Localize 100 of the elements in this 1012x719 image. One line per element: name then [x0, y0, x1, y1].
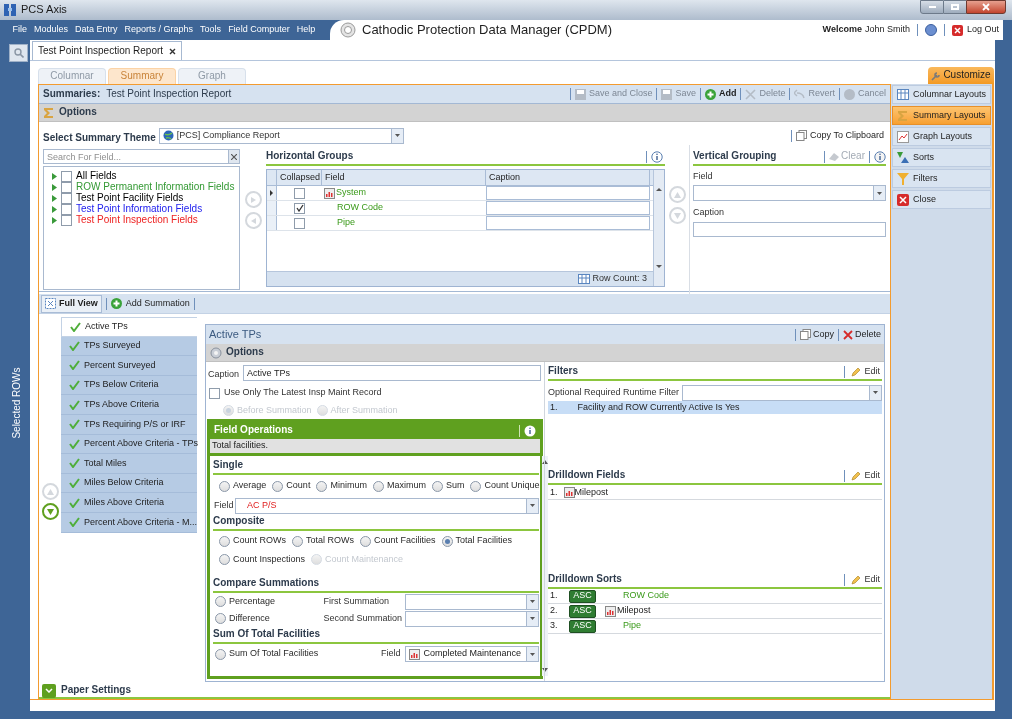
- radio-button[interactable]: [441, 535, 453, 547]
- copy-button[interactable]: Copy: [799, 328, 834, 341]
- sort-order-button[interactable]: ASC: [569, 589, 596, 603]
- radio-button[interactable]: [219, 480, 230, 492]
- move-left-button[interactable]: [244, 212, 262, 229]
- caption-input[interactable]: [693, 221, 886, 237]
- row-selector[interactable]: [267, 186, 277, 200]
- layout-menu-item[interactable]: Sorts: [892, 148, 992, 167]
- column-header[interactable]: Caption: [486, 170, 650, 185]
- clear-button[interactable]: [229, 149, 240, 164]
- close-button[interactable]: [966, 0, 1006, 14]
- layout-menu-item[interactable]: Columnar Layouts: [892, 85, 992, 104]
- logout-button[interactable]: Log Out: [951, 24, 999, 36]
- summation-item[interactable]: Percent Surveyed: [61, 356, 197, 376]
- summation-item[interactable]: Total Miles: [61, 454, 197, 474]
- help-button[interactable]: [924, 24, 937, 36]
- summation-item[interactable]: TPs Surveyed: [61, 336, 197, 357]
- menu-item[interactable]: Field Computer: [224, 24, 294, 36]
- move-up-button[interactable]: [41, 483, 59, 500]
- radio-button[interactable]: [215, 613, 226, 624]
- search-field[interactable]: Search For Field...: [43, 149, 229, 164]
- menu-item[interactable]: File: [9, 24, 31, 36]
- move-right-button[interactable]: [244, 191, 262, 208]
- edit-button[interactable]: Edit: [849, 365, 882, 378]
- field-dropdown[interactable]: Completed Maintenance: [405, 646, 540, 662]
- caption-input[interactable]: [486, 216, 650, 230]
- radio-button[interactable]: [470, 480, 482, 492]
- radio-button[interactable]: [292, 535, 303, 547]
- customize-tab[interactable]: Customize: [928, 67, 994, 84]
- checkbox[interactable]: [61, 215, 72, 226]
- column-header[interactable]: Field: [322, 170, 486, 185]
- checkbox[interactable]: [294, 202, 305, 214]
- summation-item[interactable]: TPs Requiring P/S or IRF: [61, 414, 197, 435]
- scrollbar[interactable]: [653, 170, 664, 286]
- radio-button[interactable]: [219, 535, 230, 547]
- edit-button[interactable]: Edit: [849, 573, 882, 586]
- checkbox[interactable]: [61, 182, 72, 193]
- checkbox[interactable]: [61, 193, 72, 204]
- radio-button[interactable]: [215, 596, 226, 607]
- caption-input[interactable]: [486, 201, 650, 215]
- summation-dropdown[interactable]: [405, 593, 540, 610]
- move-up-button[interactable]: [668, 186, 686, 203]
- radio-button[interactable]: [372, 480, 384, 492]
- layout-menu-item[interactable]: Close: [892, 190, 992, 209]
- summation-item[interactable]: TPs Above Criteria: [61, 395, 197, 415]
- caption-input[interactable]: Active TPs: [243, 365, 542, 381]
- tree-item[interactable]: Test Point Facility Fields: [76, 192, 184, 205]
- expand-button[interactable]: [42, 683, 56, 698]
- theme-dropdown[interactable]: [PCS] Compliance Report: [158, 127, 404, 144]
- filter-item[interactable]: 1. Facility and ROW Currently Active Is Yes: [548, 401, 882, 414]
- radio-button[interactable]: [272, 480, 284, 492]
- radio-button[interactable]: [215, 648, 226, 660]
- add-summation-button[interactable]: Add Summation: [110, 297, 190, 310]
- document-tab[interactable]: Test Point Inspection Report: [32, 41, 183, 60]
- sort-order-button[interactable]: ASC: [569, 604, 596, 618]
- checkbox[interactable]: [294, 217, 305, 229]
- menu-item[interactable]: Help: [293, 24, 319, 36]
- checkbox[interactable]: [61, 171, 72, 182]
- summation-item[interactable]: Miles Above Criteria: [61, 493, 197, 513]
- menu-item[interactable]: Modules: [30, 24, 72, 36]
- summation-item[interactable]: Percent Above Criteria - M...: [61, 512, 197, 533]
- search-button[interactable]: [9, 44, 28, 62]
- maximize-button[interactable]: [944, 0, 966, 14]
- checkbox[interactable]: [294, 187, 305, 199]
- filter-dropdown[interactable]: [682, 384, 882, 401]
- radio-button[interactable]: [316, 480, 328, 492]
- field-dropdown[interactable]: AC P/S: [235, 497, 540, 514]
- full-view-button[interactable]: Full View: [41, 294, 102, 313]
- caption-input[interactable]: [486, 186, 650, 200]
- tree-item[interactable]: All Fields: [76, 170, 117, 183]
- tree-item[interactable]: ROW Permanent Information Fields: [76, 181, 235, 194]
- move-down-button[interactable]: [41, 503, 59, 520]
- summation-item[interactable]: Percent Above Criteria - TPs: [61, 434, 197, 455]
- radio-button[interactable]: [431, 480, 443, 492]
- toolbar-button[interactable]: Add: [704, 88, 737, 100]
- layout-menu-item[interactable]: Summary Layouts: [892, 106, 992, 125]
- scrollbar[interactable]: [542, 456, 549, 676]
- sort-order-button[interactable]: ASC: [569, 619, 596, 633]
- layout-menu-item[interactable]: Graph Layouts: [892, 127, 992, 146]
- layout-menu-item[interactable]: Filters: [892, 169, 992, 188]
- edit-button[interactable]: Edit: [849, 469, 882, 482]
- summation-item[interactable]: TPs Below Criteria: [61, 375, 197, 396]
- summation-item[interactable]: Active TPs: [61, 317, 197, 337]
- radio-button[interactable]: [360, 535, 372, 547]
- tree-item[interactable]: Test Point Information Fields: [76, 203, 203, 216]
- checkbox[interactable]: [61, 204, 72, 215]
- radio-button[interactable]: [219, 554, 230, 565]
- summation-dropdown[interactable]: [405, 610, 540, 627]
- side-panel-tab[interactable]: Selected ROWs: [11, 363, 23, 443]
- checkbox[interactable]: [209, 387, 220, 399]
- minimize-button[interactable]: [920, 0, 944, 14]
- copy-button[interactable]: Copy To Clipboard: [796, 129, 884, 142]
- tree-item[interactable]: Test Point Inspection Fields: [76, 214, 198, 227]
- menu-item[interactable]: Tools: [196, 24, 225, 36]
- delete-button[interactable]: Delete: [843, 328, 881, 341]
- menu-item[interactable]: Reports / Graphs: [121, 24, 197, 36]
- column-header[interactable]: Collapsed: [277, 170, 322, 185]
- menu-item[interactable]: Data Entry: [71, 24, 122, 36]
- field-dropdown[interactable]: [693, 185, 886, 202]
- summation-item[interactable]: Miles Below Criteria: [61, 473, 197, 494]
